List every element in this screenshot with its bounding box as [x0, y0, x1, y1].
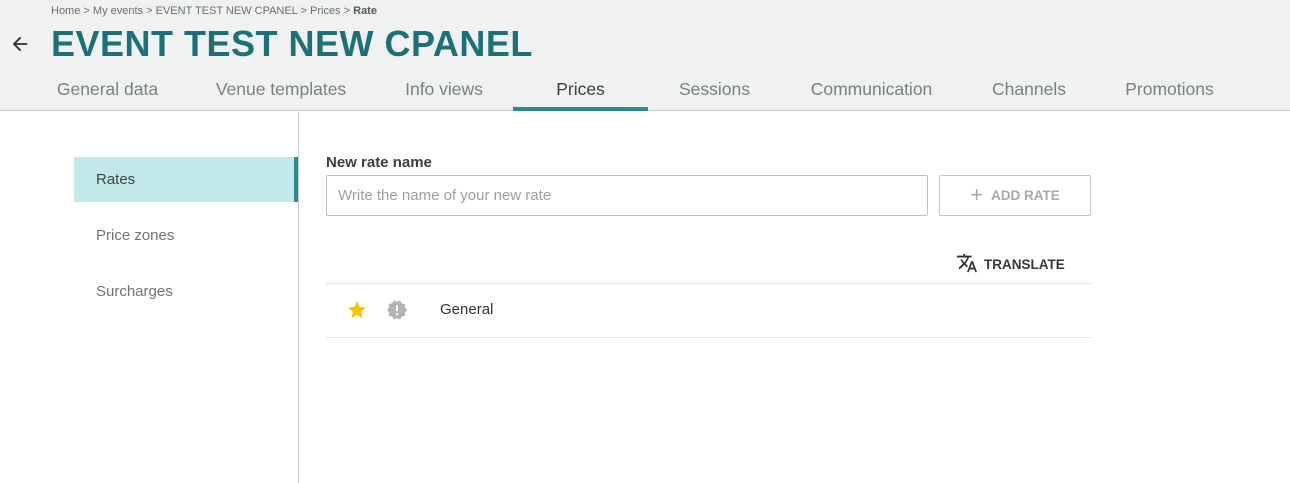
plus-icon: +: [970, 181, 984, 207]
translate-icon: [956, 252, 978, 277]
translate-label: TRANSLATE: [984, 256, 1065, 272]
sidebar-item-surcharges[interactable]: Surcharges: [74, 269, 298, 314]
tab-communication[interactable]: Communication: [795, 67, 948, 111]
breadcrumb-item-home[interactable]: Home: [51, 5, 80, 17]
add-rate-label: ADD RATE: [991, 188, 1060, 203]
breadcrumb-separator: >: [83, 5, 90, 17]
alert-badge-icon: [386, 299, 408, 321]
breadcrumb-item-my-events[interactable]: My events: [93, 5, 143, 17]
breadcrumb-separator: >: [343, 5, 351, 17]
new-rate-name-input[interactable]: [326, 175, 928, 216]
rate-name: General: [440, 301, 494, 318]
tab-bar: General data Venue templates Info views …: [0, 67, 1290, 111]
sidebar-item-rates[interactable]: Rates: [74, 157, 298, 202]
arrow-left-icon[interactable]: [9, 33, 31, 55]
sidebar: Rates Price zones Surcharges: [0, 112, 299, 483]
breadcrumb-separator: >: [146, 5, 153, 17]
page-title: EVENT TEST NEW CPANEL: [51, 23, 533, 64]
tab-promotions[interactable]: Promotions: [1108, 67, 1231, 111]
tab-channels[interactable]: Channels: [978, 67, 1080, 111]
translate-button[interactable]: TRANSLATE: [956, 252, 1065, 276]
breadcrumb-item-prices[interactable]: Prices: [310, 5, 341, 17]
tab-sessions[interactable]: Sessions: [662, 67, 767, 111]
sidebar-item-price-zones[interactable]: Price zones: [74, 213, 298, 258]
add-rate-button[interactable]: + ADD RATE: [939, 175, 1091, 216]
tab-prices[interactable]: Prices: [513, 67, 648, 111]
tab-general-data[interactable]: General data: [40, 67, 175, 111]
tab-venue-templates[interactable]: Venue templates: [198, 67, 364, 111]
tab-info-views[interactable]: Info views: [386, 67, 502, 111]
page-header: Home > My events > EVENT TEST NEW CPANEL…: [0, 0, 1290, 111]
breadcrumb-item-event[interactable]: EVENT TEST NEW CPANEL: [156, 5, 298, 17]
rate-row[interactable]: General: [326, 284, 1091, 338]
breadcrumb-separator: >: [300, 5, 307, 17]
breadcrumb: Home > My events > EVENT TEST NEW CPANEL…: [51, 5, 377, 17]
breadcrumb-current: Rate: [353, 5, 377, 17]
star-icon[interactable]: [346, 299, 368, 321]
new-rate-name-label: New rate name: [326, 154, 432, 171]
